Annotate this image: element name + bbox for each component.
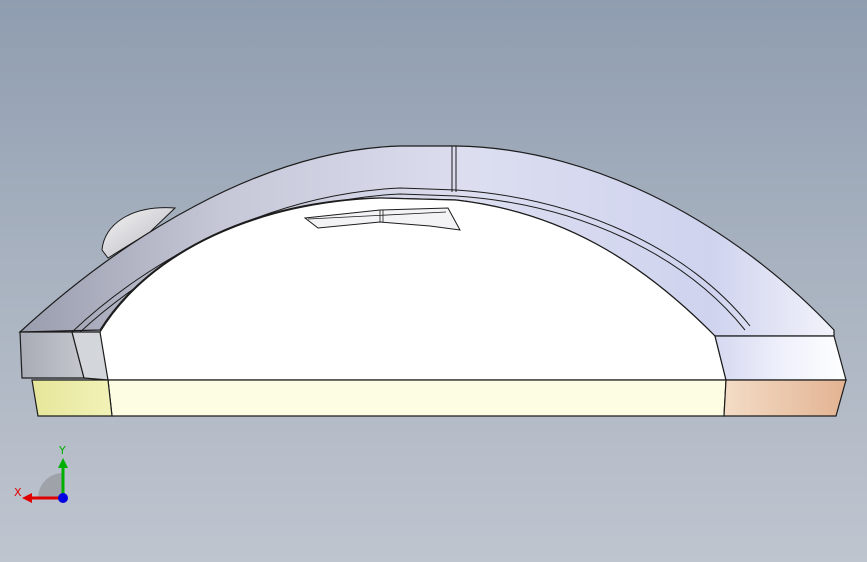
z-axis-dot xyxy=(58,493,68,503)
y-axis-arrow xyxy=(58,458,68,468)
triad-quadrant xyxy=(38,473,63,498)
y-axis-label: Y xyxy=(58,444,66,457)
axis-triad: Y X xyxy=(14,444,68,503)
base-right xyxy=(723,379,847,417)
back-face xyxy=(714,335,847,381)
x-axis-arrow xyxy=(22,493,32,503)
base-left xyxy=(31,379,113,417)
x-axis-label: X xyxy=(14,486,22,499)
base-band xyxy=(107,379,727,417)
cad-viewport[interactable]: Y X xyxy=(0,0,867,562)
mouse-model[interactable] xyxy=(0,0,867,562)
